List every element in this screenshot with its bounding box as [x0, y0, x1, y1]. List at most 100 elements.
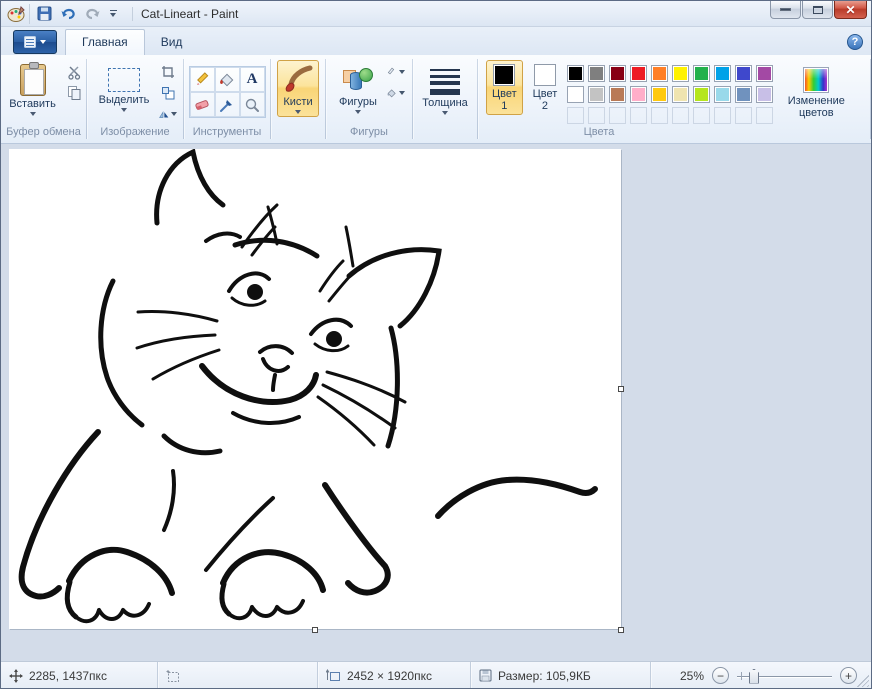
group-label: Фигуры: [326, 126, 412, 143]
palette-swatch[interactable]: [756, 86, 773, 103]
canvas-resize-handle-corner[interactable]: [618, 627, 624, 633]
chevron-down-icon: [442, 111, 448, 115]
palette-swatch-empty[interactable]: [567, 107, 584, 124]
palette-swatch[interactable]: [567, 65, 584, 82]
help-button[interactable]: ?: [847, 34, 863, 50]
shape-fill-button[interactable]: [387, 85, 405, 101]
cursor-position-icon: [9, 669, 23, 683]
copy-icon: [67, 85, 82, 101]
palette-swatch[interactable]: [609, 86, 626, 103]
palette-swatch[interactable]: [672, 86, 689, 103]
text-tool[interactable]: A: [240, 67, 265, 92]
palette-swatch[interactable]: [651, 65, 668, 82]
palette-swatch[interactable]: [693, 86, 710, 103]
color1-button[interactable]: Цвет1: [486, 60, 523, 115]
quick-access-toolbar: [29, 4, 124, 24]
zoom-in-button[interactable]: +: [840, 667, 857, 684]
save-button[interactable]: [34, 4, 54, 24]
chevron-down-icon: [295, 110, 301, 114]
palette-swatch-empty[interactable]: [735, 107, 752, 124]
rotate-button[interactable]: [159, 106, 177, 122]
pencil-tool[interactable]: [190, 67, 215, 92]
group-size: Толщина: [413, 55, 477, 143]
close-icon: ✕: [845, 3, 855, 17]
palette-swatch[interactable]: [693, 65, 710, 82]
drawing-canvas[interactable]: [9, 149, 621, 629]
palette-swatch[interactable]: [630, 86, 647, 103]
cut-button[interactable]: [66, 64, 84, 80]
palette-swatch-empty[interactable]: [672, 107, 689, 124]
selection-size-section: [158, 662, 318, 689]
palette-swatch[interactable]: [714, 86, 731, 103]
palette-swatch-empty[interactable]: [693, 107, 710, 124]
palette-swatch[interactable]: [714, 65, 731, 82]
select-button[interactable]: Выделить: [93, 60, 156, 115]
paste-button[interactable]: Вставить: [3, 60, 62, 119]
chevron-down-icon: [355, 110, 361, 114]
color-picker-tool[interactable]: [215, 92, 240, 117]
tab-home[interactable]: Главная: [65, 29, 145, 55]
image-size-value: 2452 × 1920пкс: [347, 669, 432, 683]
palette-swatch-empty[interactable]: [756, 107, 773, 124]
palette-swatch[interactable]: [588, 65, 605, 82]
color2-button[interactable]: Цвет2: [527, 60, 564, 115]
group-label: Инструменты: [184, 126, 270, 143]
select-icon: [108, 68, 140, 92]
magnifier-tool[interactable]: [240, 92, 265, 117]
crop-button[interactable]: [159, 64, 177, 80]
resize-button[interactable]: [159, 85, 177, 101]
tab-view[interactable]: Вид: [145, 30, 199, 55]
redo-button[interactable]: [82, 4, 102, 24]
canvas-resize-handle-bottom[interactable]: [312, 627, 318, 633]
group-label: Буфер обмена: [1, 126, 86, 143]
brush-icon: [283, 64, 313, 94]
size-button[interactable]: Толщина: [416, 60, 474, 118]
palette-swatch-empty[interactable]: [609, 107, 626, 124]
group-label: [413, 126, 477, 143]
fill-can-icon: [387, 87, 397, 99]
zoom-slider-thumb[interactable]: [749, 669, 759, 684]
palette-swatch-empty[interactable]: [588, 107, 605, 124]
paint-menu-button[interactable]: [13, 30, 57, 54]
fill-bucket-icon: [219, 72, 235, 88]
brushes-button[interactable]: Кисти: [277, 60, 319, 117]
undo-button[interactable]: [58, 4, 78, 24]
palette-swatch[interactable]: [630, 65, 647, 82]
eraser-tool[interactable]: [190, 92, 215, 117]
canvas-resize-handle-right[interactable]: [618, 386, 624, 392]
palette-swatch-empty[interactable]: [630, 107, 647, 124]
undo-icon: [60, 6, 77, 21]
close-button[interactable]: ✕: [834, 1, 867, 19]
palette-swatch[interactable]: [672, 65, 689, 82]
minimize-button[interactable]: [770, 1, 801, 19]
zoom-slider[interactable]: [737, 668, 832, 684]
file-size-value: Размер: 105,9КБ: [498, 669, 591, 683]
shapes-button[interactable]: Фигуры: [333, 60, 383, 117]
color2-swatch: [534, 64, 556, 86]
qat-customize-dropdown[interactable]: [106, 4, 120, 24]
zoom-out-button[interactable]: −: [712, 667, 729, 684]
window-resize-grip[interactable]: [857, 675, 869, 687]
eraser-icon: [194, 97, 210, 113]
paint-app-icon[interactable]: [7, 5, 25, 23]
group-label: [271, 126, 325, 143]
chevron-down-icon: [121, 108, 127, 112]
palette-swatch[interactable]: [567, 86, 584, 103]
group-label: Цвета: [478, 126, 870, 143]
palette-swatch[interactable]: [756, 65, 773, 82]
edit-colors-button[interactable]: Изменение цветов: [779, 60, 853, 122]
file-size-section: Размер: 105,9КБ: [471, 662, 651, 689]
shape-outline-button[interactable]: [387, 64, 405, 80]
window-title: Cat-Lineart - Paint: [132, 7, 238, 21]
copy-button[interactable]: [66, 85, 84, 101]
maximize-button[interactable]: [802, 1, 833, 19]
group-tools: A: [184, 55, 270, 143]
palette-swatch-empty[interactable]: [651, 107, 668, 124]
palette-swatch[interactable]: [735, 86, 752, 103]
palette-swatch[interactable]: [609, 65, 626, 82]
palette-swatch[interactable]: [735, 65, 752, 82]
palette-swatch[interactable]: [651, 86, 668, 103]
palette-swatch-empty[interactable]: [714, 107, 731, 124]
fill-tool[interactable]: [215, 67, 240, 92]
palette-swatch[interactable]: [588, 86, 605, 103]
